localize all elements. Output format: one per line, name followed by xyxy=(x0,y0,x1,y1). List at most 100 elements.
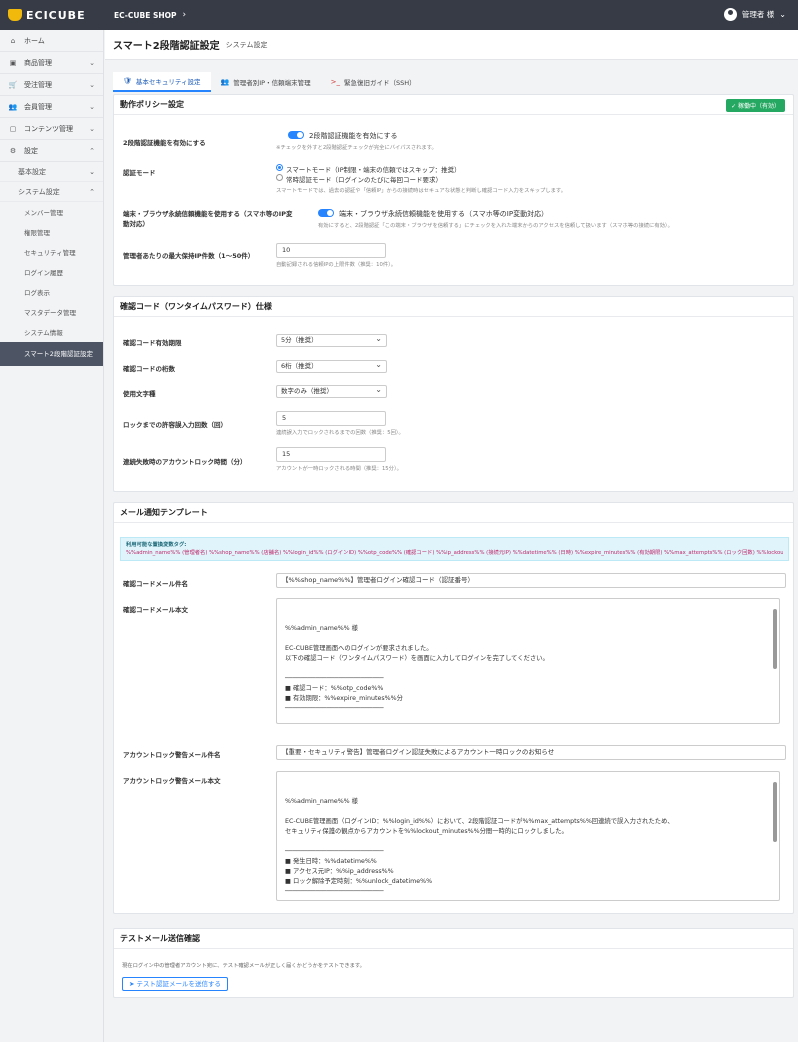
lock-subject-label: アカウントロック警告メール件名 xyxy=(123,751,221,759)
enable-label: 2段階認証機能を有効にする xyxy=(123,139,206,147)
otp-digits-label: 確認コードの桁数 xyxy=(123,365,175,373)
variables-info-box: 利用可能な置換変数タグ: %%admin_name%% (管理者名) %%sho… xyxy=(120,537,789,561)
sidebar-item-permissions[interactable]: 権限管理 xyxy=(0,222,103,242)
mode-always-radio[interactable] xyxy=(276,174,283,181)
sidebar-item-label: 商品管理 xyxy=(24,58,52,67)
sidebar-item-security[interactable]: セキュリティ管理 xyxy=(0,242,103,262)
lock-subject-input[interactable]: 【重要・セキュリティ警告】管理者ログイン認証失敗によるアカウント一時ロックのお知… xyxy=(276,745,786,760)
send-icon: ➤ xyxy=(129,980,137,988)
variables-list: %%admin_name%% (管理者名) %%shop_name%% (店舗名… xyxy=(126,550,783,556)
sidebar-item-customers[interactable]: 👥 会員管理 ⌄ xyxy=(0,96,103,118)
page-title: スマート2段階認証設定 xyxy=(113,41,220,52)
box-icon: ▣ xyxy=(9,58,17,67)
sidebar-item-label: 設定 xyxy=(24,146,38,155)
otp-card: 確認コード（ワンタイムパスワード）仕様 確認コード有効期限 5分（推奨） 確認コ… xyxy=(113,296,794,492)
otp-body-text: %%admin_name%% 様 EC-CUBE管理画面へのログインが要求されま… xyxy=(285,625,549,712)
trust-toggle-text: 端末・ブラウザ永続信頼機能を使用する（スマホ等のIP変動対応） xyxy=(339,210,549,218)
trust-toggle[interactable] xyxy=(318,209,334,217)
sidebar-item-settings[interactable]: ⚙ 設定 ⌃ xyxy=(0,140,103,162)
test-mail-description: 現在ログイン中の管理者アカウント宛に、テスト確認メールが正しく届くかどうかをテス… xyxy=(122,963,365,969)
otp-charset-select[interactable]: 数字のみ（推奨） xyxy=(276,384,387,398)
cart-icon: 🛒 xyxy=(8,80,18,89)
send-test-mail-button[interactable]: ➤ テスト認証メールを送信する xyxy=(122,977,229,991)
textarea-scrollbar[interactable] xyxy=(773,782,777,842)
tab-label: 管理者別IP・信頼端末管理 xyxy=(233,79,311,87)
attempts-label: ロックまでの許容誤入力回数（回） xyxy=(123,421,227,429)
mode-always-label: 常時認証モード（ログインのたびに毎回コード要求） xyxy=(286,176,442,184)
otp-expiry-label: 確認コード有効期限 xyxy=(123,339,182,347)
lock-time-input[interactable]: 15 xyxy=(276,447,386,462)
tab-emergency-guide[interactable]: >_ 緊急復旧ガイド（SSH） xyxy=(321,72,426,92)
tab-basic-security[interactable]: 🛡 基本セキュリティ設定 xyxy=(113,72,211,92)
main-content: スマート2段階認証設定 システム設定 🛡 基本セキュリティ設定 👥 管理者別IP・信… xyxy=(105,30,798,92)
enable-toggle-text: 2段階認証機能を有効にする xyxy=(309,132,398,140)
chevron-down-icon: ⌄ xyxy=(89,58,95,67)
enable-toggle[interactable] xyxy=(288,131,304,139)
otp-subject-label: 確認コードメール件名 xyxy=(123,580,188,588)
tab-label: 基本セキュリティ設定 xyxy=(135,78,201,86)
chevron-down-icon: ⌄ xyxy=(89,124,95,133)
status-badge: ✓ 稼働中（有効） xyxy=(726,99,785,112)
sidebar-item-label: 基本設定 xyxy=(18,167,46,176)
sidebar-item-smart-2fa[interactable]: スマート2段階認証設定 xyxy=(0,342,103,366)
sidebar-item-members[interactable]: メンバー管理 xyxy=(0,202,103,222)
card-title: メール通知テンプレート xyxy=(114,503,793,523)
chevron-up-icon: ⌃ xyxy=(89,187,95,196)
sidebar-item-system-settings[interactable]: システム設定 ⌃ xyxy=(0,182,103,202)
lock-body-textarea[interactable]: %%admin_name%% 様 EC-CUBE管理画面（ログインID：%%lo… xyxy=(276,771,780,901)
shop-name-link[interactable]: EC-CUBE SHOP xyxy=(114,11,177,20)
chevron-down-icon: ⌄ xyxy=(89,167,95,176)
max-ip-label: 管理者あたりの最大保持IP件数（1〜50件） xyxy=(123,252,255,260)
otp-subject-input[interactable]: 【%%shop_name%%】管理者ログイン確認コード（認証番号） xyxy=(276,573,786,588)
logo[interactable]: ECICUBE xyxy=(8,9,104,22)
mail-template-card: メール通知テンプレート 利用可能な置換変数タグ: %%admin_name%% … xyxy=(113,502,794,914)
sidebar-item-orders[interactable]: 🛒 受注管理 ⌄ xyxy=(0,74,103,96)
max-ip-hint: 自動記録される信頼IPの上限件数（推奨：10件）。 xyxy=(276,262,397,268)
mode-smart-radio[interactable] xyxy=(276,164,283,171)
terminal-icon: >_ xyxy=(330,78,340,86)
lock-body-text: %%admin_name%% 様 EC-CUBE管理画面（ログインID：%%lo… xyxy=(285,798,674,895)
send-test-mail-label: テスト認証メールを送信する xyxy=(136,980,222,988)
otp-expiry-select[interactable]: 5分（推奨） xyxy=(276,333,387,347)
otp-body-label: 確認コードメール本文 xyxy=(123,606,188,614)
page-subtitle: システム設定 xyxy=(225,40,268,49)
test-mail-card: テストメール送信確認 現在ログイン中の管理者アカウント宛に、テスト確認メールが正… xyxy=(113,928,794,998)
sidebar-item-master-data[interactable]: マスタデータ管理 xyxy=(0,302,103,322)
logo-cube-icon xyxy=(8,9,22,21)
page-header: スマート2段階認証設定 システム設定 xyxy=(105,30,798,60)
attempts-hint: 連続誤入力でロックされるまでの回数（推奨：5回）。 xyxy=(276,430,404,436)
card-title: テストメール送信確認 xyxy=(114,929,793,949)
card-title: 確認コード（ワンタイムパスワード）仕様 xyxy=(114,297,793,317)
sidebar-item-basic-settings[interactable]: 基本設定 ⌄ xyxy=(0,162,103,182)
sidebar-item-system-info[interactable]: システム情報 xyxy=(0,322,103,342)
user-name: 管理者 様 xyxy=(741,10,775,19)
lock-time-label: 連続失敗時のアカウントロック時間（分） xyxy=(123,458,247,466)
chevron-up-icon: ⌃ xyxy=(89,146,95,155)
home-icon: ⌂ xyxy=(10,36,16,45)
mode-hint: スマートモードでは、過去の認証や「信頼IP」からの接続時はセキュアな状態と判断し… xyxy=(276,188,566,194)
sidebar-item-label: コンテンツ管理 xyxy=(24,124,73,133)
sidebar-item-logs[interactable]: ログ表示 xyxy=(0,282,103,302)
textarea-scrollbar[interactable] xyxy=(773,609,777,669)
logo-text: ECICUBE xyxy=(26,8,86,22)
sidebar-item-content[interactable]: ▢ コンテンツ管理 ⌄ xyxy=(0,118,103,140)
enable-hint: ※チェックを外すと2段階認証チェックが完全にバイパスされます。 xyxy=(276,145,437,151)
tab-admin-ip[interactable]: 👥 管理者別IP・信頼端末管理 xyxy=(211,72,321,92)
otp-body-textarea[interactable]: %%admin_name%% 様 EC-CUBE管理画面へのログインが要求されま… xyxy=(276,598,780,724)
sidebar-item-login-history[interactable]: ログイン履歴 xyxy=(0,262,103,282)
sidebar-item-products[interactable]: ▣ 商品管理 ⌄ xyxy=(0,52,103,74)
sidebar: ⌂ ホーム ▣ 商品管理 ⌄ 🛒 受注管理 ⌄ 👥 会員管理 ⌄ ▢ コンテンツ管理 ⌄ ⚙ 設定 ⌃… xyxy=(0,30,104,1042)
chevron-down-icon: ⌄ xyxy=(89,102,95,111)
chevron-down-icon: ⌄ xyxy=(89,80,95,89)
otp-charset-label: 使用文字種 xyxy=(123,390,156,398)
otp-digits-select[interactable]: 6桁（推奨） xyxy=(276,359,387,373)
user-menu[interactable]: 管理者 様 ⌄ xyxy=(723,8,786,21)
attempts-input[interactable]: 5 xyxy=(276,411,386,426)
sidebar-item-label: ホーム xyxy=(24,36,45,45)
tab-label: 緊急復旧ガイド（SSH） xyxy=(343,79,416,87)
policy-card: 動作ポリシー設定 ✓ 稼働中（有効） 2段階認証機能を有効にする 2段階認証機能… xyxy=(113,94,794,286)
trust-label: 端末・ブラウザ永続信頼機能を使用する（スマホ等のIP変動対応） xyxy=(123,210,293,228)
card-title: 動作ポリシー設定 xyxy=(114,95,793,115)
sidebar-item-home[interactable]: ⌂ ホーム xyxy=(0,30,103,52)
max-ip-input[interactable]: 10 xyxy=(276,243,386,258)
